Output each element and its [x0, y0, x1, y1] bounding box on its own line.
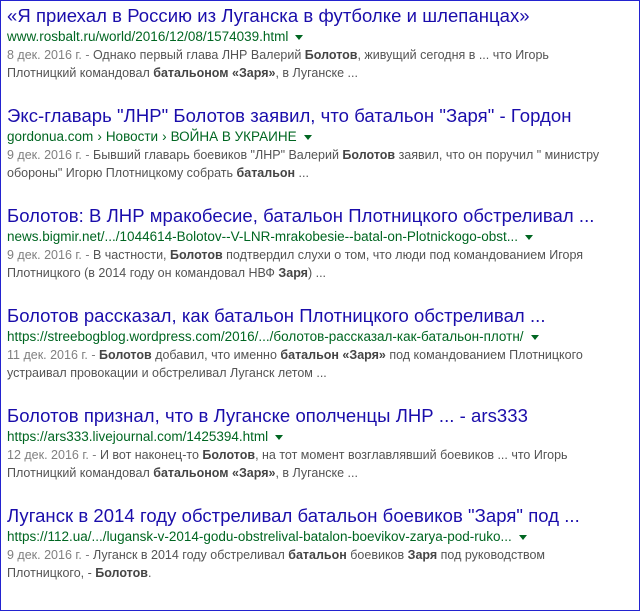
result-title-link[interactable]: Болотов признал, что в Луганске ополченц… [7, 404, 635, 428]
dropdown-caret-icon[interactable] [295, 35, 304, 40]
result-snippet: 12 дек. 2016 г. - И вот наконец-то Болот… [7, 446, 607, 482]
result-title-link[interactable]: Луганск в 2014 году обстреливал батальон… [7, 504, 635, 528]
search-result: Болотов: В ЛНР мракобесие, батальон Плот… [7, 204, 635, 304]
result-title-link[interactable]: «Я приехал в Россию из Луганска в футбол… [7, 4, 635, 28]
result-date: 9 дек. 2016 г. - [7, 148, 93, 162]
search-result: Болотов рассказал, как батальон Плотницк… [7, 304, 635, 404]
snippet-text: ... [295, 166, 309, 180]
snippet-highlight: Болотов [99, 348, 152, 362]
result-date: 8 дек. 2016 г. - [7, 48, 93, 62]
dropdown-caret-icon[interactable] [303, 135, 312, 140]
search-results-list: «Я приехал в Россию из Луганска в футбол… [7, 4, 635, 604]
snippet-text: В частности, [92, 248, 170, 262]
result-snippet: 11 дек. 2016 г. - Болотов добавил, что и… [7, 346, 607, 382]
snippet-text: Луганск в 2014 году обстреливал [92, 548, 289, 562]
result-date: 9 дек. 2016 г. - [7, 248, 93, 262]
snippet-highlight: Болотов [95, 566, 148, 580]
result-snippet: 8 дек. 2016 г. - Однако первый глава ЛНР… [7, 46, 607, 82]
result-title-link[interactable]: Экс-главарь "ЛНР" Болотов заявил, что ба… [7, 104, 635, 128]
search-result: Экс-главарь "ЛНР" Болотов заявил, что ба… [7, 104, 635, 204]
result-snippet: 9 дек. 2016 г. - В частности, Болотов по… [7, 246, 607, 282]
snippet-highlight: Болотов [170, 248, 223, 262]
result-date: 9 дек. 2016 г. - [7, 548, 93, 562]
result-title-link[interactable]: Болотов рассказал, как батальон Плотницк… [7, 304, 635, 328]
result-url-row: news.bigmir.net/.../1044614-Bolotov--V-L… [7, 228, 635, 245]
snippet-highlight: Заря [407, 548, 438, 562]
result-url-row: gordonua.com › Новости › ВОЙНА В УКРАИНЕ [7, 128, 635, 145]
snippet-text: ) ... [307, 266, 327, 280]
dropdown-caret-icon[interactable] [275, 435, 284, 440]
snippet-text: Бывший главарь боевиков "ЛНР" Валерий [92, 148, 343, 162]
snippet-highlight: Заря [278, 266, 308, 280]
snippet-highlight: Болотов [202, 448, 256, 462]
screenshot-frame: «Я приехал в Россию из Луганска в футбол… [0, 0, 640, 611]
search-result: «Я приехал в Россию из Луганска в футбол… [7, 4, 635, 104]
search-result: Луганск в 2014 году обстреливал батальон… [7, 504, 635, 604]
snippet-text: И вот наконец-то [99, 448, 203, 462]
snippet-highlight: батальон «Заря» [280, 348, 386, 362]
result-url-row: www.rosbalt.ru/world/2016/12/08/1574039.… [7, 28, 635, 45]
snippet-text: , в Луганске ... [275, 466, 358, 480]
dropdown-caret-icon[interactable] [518, 535, 527, 540]
result-url-row: https://112.ua/.../lugansk-v-2014-godu-o… [7, 528, 635, 545]
result-snippet: 9 дек. 2016 г. - Луганск в 2014 году обс… [7, 546, 607, 582]
result-url: https://ars333.livejournal.com/1425394.h… [7, 429, 269, 444]
result-url: news.bigmir.net/.../1044614-Bolotov--V-L… [7, 229, 518, 244]
search-result: Болотов признал, что в Луганске ополченц… [7, 404, 635, 504]
result-breadcrumb[interactable]: ВОЙНА В УКРАИНЕ [171, 128, 297, 145]
result-url: www.rosbalt.ru/world/2016/12/08/1574039.… [7, 29, 289, 44]
snippet-highlight: батальоном «Заря» [153, 66, 276, 80]
breadcrumb-separator: › [97, 129, 102, 144]
breadcrumb-separator: › [162, 129, 167, 144]
result-title-link[interactable]: Болотов: В ЛНР мракобесие, батальон Плот… [7, 204, 635, 228]
result-url: gordonua.com [7, 129, 94, 144]
result-snippet: 9 дек. 2016 г. - Бывший главарь боевиков… [7, 146, 607, 182]
dropdown-caret-icon[interactable] [525, 235, 533, 240]
result-url: https://streebogblog.wordpress.com/2016/… [7, 329, 524, 344]
result-date: 12 дек. 2016 г. - [7, 448, 100, 462]
dropdown-caret-icon[interactable] [530, 335, 539, 340]
snippet-text: добавил, что именно [151, 348, 281, 362]
result-url: https://112.ua/.../lugansk-v-2014-godu-o… [7, 529, 512, 544]
snippet-text: , в Луганске ... [275, 66, 358, 80]
snippet-highlight: Болотов [342, 148, 396, 162]
result-date: 11 дек. 2016 г. - [7, 348, 100, 362]
result-url-row: https://ars333.livejournal.com/1425394.h… [7, 428, 635, 445]
result-url-row: https://streebogblog.wordpress.com/2016/… [7, 328, 635, 345]
snippet-text: . [147, 566, 152, 580]
snippet-text: Однако первый глава ЛНР Валерий [92, 48, 305, 62]
snippet-text: боевиков [346, 548, 408, 562]
snippet-highlight: батальон [236, 166, 296, 180]
snippet-highlight: батальон [288, 548, 347, 562]
result-breadcrumb[interactable]: Новости [106, 128, 158, 145]
snippet-highlight: батальоном «Заря» [153, 466, 276, 480]
snippet-highlight: Болотов [304, 48, 358, 62]
